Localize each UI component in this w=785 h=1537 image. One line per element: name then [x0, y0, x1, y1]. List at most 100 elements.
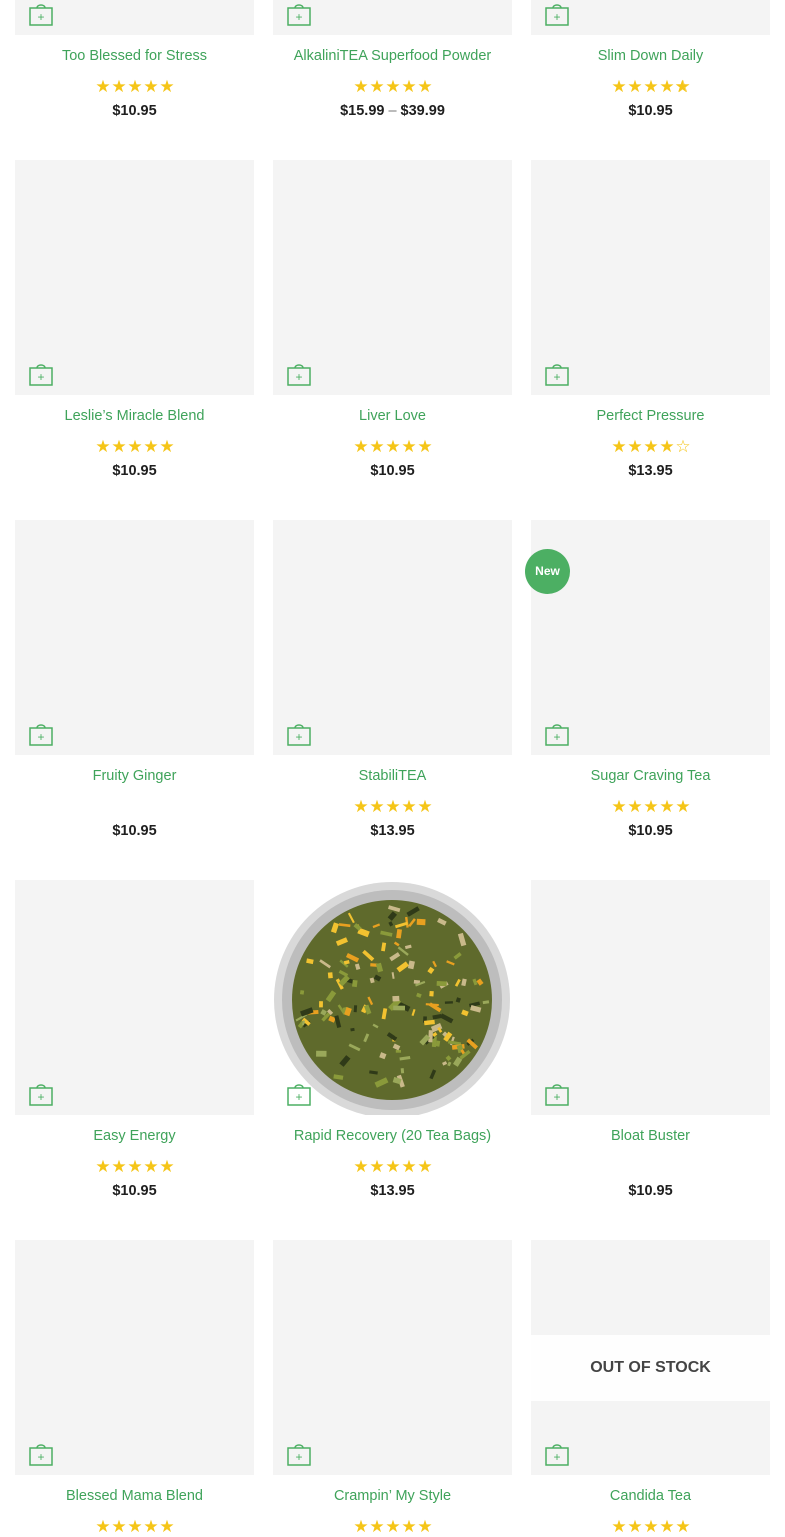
star-icon: ★: [143, 1157, 158, 1176]
add-to-cart-button[interactable]: +: [287, 722, 311, 746]
star-icon: ★: [159, 1157, 174, 1176]
star-icon: ★: [95, 77, 110, 96]
add-to-cart-button[interactable]: +: [29, 1082, 53, 1106]
rating-stars: ★ ★ ★ ★ ★: [273, 1517, 512, 1537]
star-icon: ★: [659, 77, 674, 96]
out-of-stock-label: OUT OF STOCK: [531, 1335, 770, 1401]
star-icon: ★: [627, 77, 642, 96]
product-title[interactable]: Perfect Pressure: [531, 407, 770, 425]
price-value: $13.95: [370, 1183, 415, 1199]
product-image[interactable]: +: [15, 1240, 254, 1475]
product-price: $10.95: [273, 462, 512, 480]
star-icon: ★: [159, 437, 174, 456]
add-to-cart-button[interactable]: +: [29, 722, 53, 746]
product-image[interactable]: OUT OF STOCK +: [531, 1240, 770, 1475]
product-title[interactable]: Fruity Ginger: [15, 767, 254, 785]
price-range-separator: –: [388, 103, 397, 119]
rating-stars: ★ ★ ★ ★ ★: [273, 437, 512, 457]
add-to-cart-plus: +: [295, 730, 303, 744]
add-to-cart-button[interactable]: +: [545, 1082, 569, 1106]
product-price: $13.95: [531, 462, 770, 480]
product-title[interactable]: Bloat Buster: [531, 1127, 770, 1145]
product-title[interactable]: AlkaliniTEA Superfood Powder: [273, 47, 512, 65]
star-icon: ★: [401, 1517, 416, 1536]
product-image[interactable]: +: [273, 0, 512, 35]
add-to-cart-plus: +: [553, 730, 561, 744]
product-title[interactable]: Leslie’s Miracle Blend: [15, 407, 254, 425]
product-title[interactable]: Rapid Recovery (20 Tea Bags): [273, 1127, 512, 1145]
star-icon: ★: [111, 77, 126, 96]
product-title[interactable]: Slim Down Daily: [531, 47, 770, 65]
star-icon: ☆ ★: [674, 77, 691, 96]
add-to-cart-button[interactable]: +: [545, 362, 569, 386]
add-to-cart-plus: +: [553, 1450, 561, 1464]
add-to-cart-plus: +: [553, 370, 561, 384]
add-to-cart-button[interactable]: +: [287, 2, 311, 26]
price-value: $10.95: [112, 103, 157, 119]
product-price: $10.95: [15, 102, 254, 120]
add-to-cart-button[interactable]: +: [29, 2, 53, 26]
product-title[interactable]: Too Blessed for Stress: [15, 47, 254, 65]
add-to-cart-button[interactable]: +: [287, 362, 311, 386]
star-icon: ★: [353, 1517, 368, 1536]
star-icon: ★: [143, 77, 158, 96]
add-to-cart-button[interactable]: +: [29, 362, 53, 386]
product-image[interactable]: +: [531, 520, 770, 755]
price-value: $10.95: [628, 823, 673, 839]
price-value-high: $39.99: [400, 103, 445, 119]
star-icon: ★: [659, 1517, 674, 1536]
product-price: $13.95: [273, 822, 512, 840]
product-image[interactable]: +: [15, 880, 254, 1115]
add-to-cart-button[interactable]: +: [545, 2, 569, 26]
product-image[interactable]: +: [273, 160, 512, 395]
add-to-cart-plus: +: [553, 10, 561, 24]
add-to-cart-plus: +: [37, 10, 45, 24]
product-title[interactable]: Sugar Craving Tea: [531, 767, 770, 785]
star-icon: ★: [627, 797, 642, 816]
star-icon: ★: [401, 797, 416, 816]
star-icon: ★: [643, 77, 658, 96]
product-image[interactable]: +: [15, 520, 254, 755]
product-image[interactable]: +: [273, 1240, 512, 1475]
rating-stars: ★ ★ ★ ★ ★: [15, 437, 254, 457]
add-to-cart-button[interactable]: +: [545, 722, 569, 746]
star-icon: ★: [353, 797, 368, 816]
star-icon: ★: [627, 437, 642, 456]
add-to-cart-plus: +: [295, 10, 303, 24]
star-icon: ★: [353, 437, 368, 456]
product-title[interactable]: Candida Tea: [531, 1487, 770, 1505]
rating-stars: ★ ★ ★ ★ ☆: [531, 437, 770, 457]
add-to-cart-button[interactable]: +: [29, 1442, 53, 1466]
add-to-cart-plus: +: [37, 370, 45, 384]
add-to-cart-button[interactable]: +: [287, 1082, 311, 1106]
star-icon: ★: [369, 1517, 384, 1536]
star-icon: ★: [675, 797, 690, 816]
add-to-cart-button[interactable]: +: [545, 1442, 569, 1466]
star-icon: ★: [369, 77, 384, 96]
product-title[interactable]: Easy Energy: [15, 1127, 254, 1145]
product-image[interactable]: +: [273, 520, 512, 755]
product-image[interactable]: +: [15, 160, 254, 395]
star-icon: ★: [643, 797, 658, 816]
price-value: $13.95: [370, 823, 415, 839]
product-image[interactable]: +: [15, 0, 254, 35]
star-icon: ★: [417, 77, 432, 96]
product-image[interactable]: +: [273, 880, 512, 1115]
product-title[interactable]: Liver Love: [273, 407, 512, 425]
product-title[interactable]: Crampin’ My Style: [273, 1487, 512, 1505]
product-image[interactable]: +: [531, 880, 770, 1115]
rating-stars: ★ ★ ★ ★ ★: [15, 77, 254, 97]
star-icon: ★: [95, 1517, 110, 1536]
product-image[interactable]: +: [531, 0, 770, 35]
rating-stars: ★ ★ ★ ★ ★: [15, 1517, 254, 1537]
add-to-cart-plus: +: [553, 1090, 561, 1104]
star-icon: ★: [95, 1157, 110, 1176]
product-title[interactable]: Blessed Mama Blend: [15, 1487, 254, 1505]
product-image[interactable]: +: [531, 160, 770, 395]
add-to-cart-plus: +: [295, 1450, 303, 1464]
product-title[interactable]: StabiliTEA: [273, 767, 512, 785]
add-to-cart-button[interactable]: +: [287, 1442, 311, 1466]
star-icon: ★: [417, 1157, 432, 1176]
price-value: $10.95: [628, 103, 673, 119]
star-icon: ★: [401, 77, 416, 96]
